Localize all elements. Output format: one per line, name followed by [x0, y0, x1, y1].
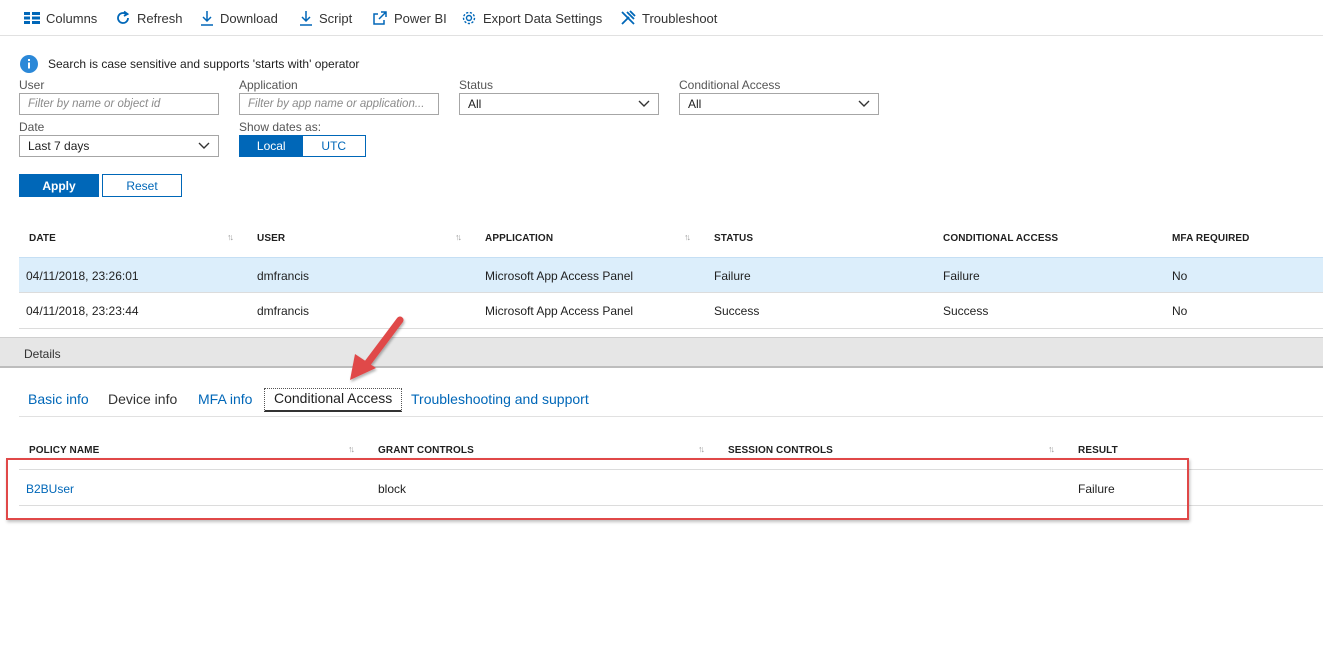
tab-troubleshooting-and-support[interactable]: Troubleshooting and support	[411, 391, 589, 407]
header-user[interactable]: USER	[257, 233, 285, 244]
conditional-access-select-value: All	[688, 97, 702, 111]
script-label: Script	[319, 10, 353, 26]
date-filter-label: Date	[19, 120, 45, 134]
search-info: Search is case sensitive and supports 's…	[20, 55, 359, 73]
details-title: Details	[24, 347, 61, 361]
power-bi-label: Power BI	[394, 10, 447, 26]
sort-icon[interactable]: ↑↓	[348, 444, 355, 454]
application-filter-input[interactable]	[239, 93, 439, 115]
user-filter-input[interactable]	[19, 93, 219, 115]
header-result[interactable]: RESULT	[1078, 445, 1118, 456]
tab-mfa-info[interactable]: MFA info	[198, 391, 252, 407]
policy-name-link[interactable]: B2BUser	[26, 482, 74, 496]
row-user: dmfrancis	[257, 304, 310, 318]
script-icon	[300, 11, 312, 26]
row-application: Microsoft App Access Panel	[485, 304, 634, 318]
header-application[interactable]: APPLICATION	[485, 233, 553, 244]
sort-icon[interactable]: ↑↓	[684, 232, 691, 242]
row-mfa-required: No	[1172, 269, 1188, 283]
power-bi-icon	[373, 11, 387, 25]
status-filter-label: Status	[459, 78, 494, 92]
columns-button[interactable]: Columns	[24, 8, 97, 28]
apply-button[interactable]: Apply	[19, 174, 99, 197]
user-filter-label: User	[19, 78, 45, 92]
table-row[interactable]: 04/11/2018, 23:23:44 dmfrancis Microsoft…	[19, 293, 1323, 329]
tabs-divider	[19, 416, 1323, 417]
refresh-icon	[117, 10, 130, 24]
header-policy-name[interactable]: POLICY NAME	[29, 445, 99, 456]
sort-icon[interactable]: ↑↓	[455, 232, 462, 242]
columns-icon	[24, 12, 40, 24]
date-select[interactable]: Last 7 days	[19, 135, 219, 157]
row-date: 04/11/2018, 23:26:01	[26, 269, 139, 283]
highlight-box	[6, 458, 1189, 520]
tab-basic-info[interactable]: Basic info	[28, 391, 89, 407]
show-dates-label: Show dates as:	[239, 120, 322, 134]
policy-grant-controls: block	[378, 482, 407, 496]
utc-option[interactable]: UTC	[302, 136, 365, 156]
toolbar: Columns Refresh Download Script Power BI…	[0, 0, 1323, 36]
header-conditional-access[interactable]: CONDITIONAL ACCESS	[943, 233, 1058, 244]
wrench-icon	[621, 10, 636, 25]
sort-icon[interactable]: ↑↓	[227, 232, 234, 242]
row-status: Success	[714, 304, 760, 318]
header-mfa-required[interactable]: MFA REQUIRED	[1172, 233, 1250, 244]
row-application: Microsoft App Access Panel	[485, 269, 634, 283]
download-icon	[201, 11, 213, 26]
row-date: 04/11/2018, 23:23:44	[26, 304, 139, 318]
export-data-settings-label: Export Data Settings	[483, 10, 603, 26]
columns-label: Columns	[46, 10, 98, 26]
row-mfa-required: No	[1172, 304, 1188, 318]
export-data-settings-button[interactable]: Export Data Settings	[461, 8, 602, 28]
policy-table-divider	[19, 469, 1323, 470]
chevron-down-icon	[198, 142, 210, 149]
troubleshoot-button[interactable]: Troubleshoot	[620, 8, 717, 28]
tab-device-info[interactable]: Device info	[108, 391, 177, 407]
row-status: Failure	[714, 269, 751, 283]
details-bar[interactable]: Details	[0, 337, 1323, 368]
policy-table-divider	[19, 505, 1323, 506]
policy-result: Failure	[1078, 482, 1115, 496]
info-text: Search is case sensitive and supports 's…	[48, 57, 360, 71]
conditional-access-select[interactable]: All	[679, 93, 879, 115]
chevron-down-icon	[638, 100, 650, 107]
conditional-access-filter-label: Conditional Access	[679, 78, 781, 92]
troubleshoot-label: Troubleshoot	[642, 10, 718, 26]
header-status[interactable]: STATUS	[714, 233, 753, 244]
header-grant-controls[interactable]: GRANT CONTROLS	[378, 445, 474, 456]
table-row[interactable]: 04/11/2018, 23:26:01 dmfrancis Microsoft…	[19, 257, 1323, 293]
download-button[interactable]: Download	[200, 8, 278, 28]
header-session-controls[interactable]: SESSION CONTROLS	[728, 445, 833, 456]
row-conditional-access: Success	[943, 304, 989, 318]
tab-conditional-access[interactable]: Conditional Access	[264, 388, 403, 412]
local-option[interactable]: Local	[240, 136, 303, 156]
date-select-value: Last 7 days	[28, 139, 90, 153]
chevron-down-icon	[858, 100, 870, 107]
row-user: dmfrancis	[257, 269, 310, 283]
status-select-value: All	[468, 97, 482, 111]
sort-icon[interactable]: ↑↓	[1048, 444, 1055, 454]
refresh-button[interactable]: Refresh	[115, 8, 183, 28]
reset-button[interactable]: Reset	[102, 174, 182, 197]
show-dates-toggle: Local UTC	[239, 135, 366, 157]
script-button[interactable]: Script	[299, 8, 352, 28]
application-filter-label: Application	[239, 78, 298, 92]
info-icon	[20, 55, 38, 73]
header-date[interactable]: DATE	[29, 233, 56, 244]
status-select[interactable]: All	[459, 93, 659, 115]
gear-icon	[462, 11, 476, 25]
row-conditional-access: Failure	[943, 269, 980, 283]
power-bi-button[interactable]: Power BI	[372, 8, 447, 28]
download-label: Download	[220, 10, 278, 26]
sort-icon[interactable]: ↑↓	[698, 444, 705, 454]
refresh-label: Refresh	[137, 10, 183, 26]
